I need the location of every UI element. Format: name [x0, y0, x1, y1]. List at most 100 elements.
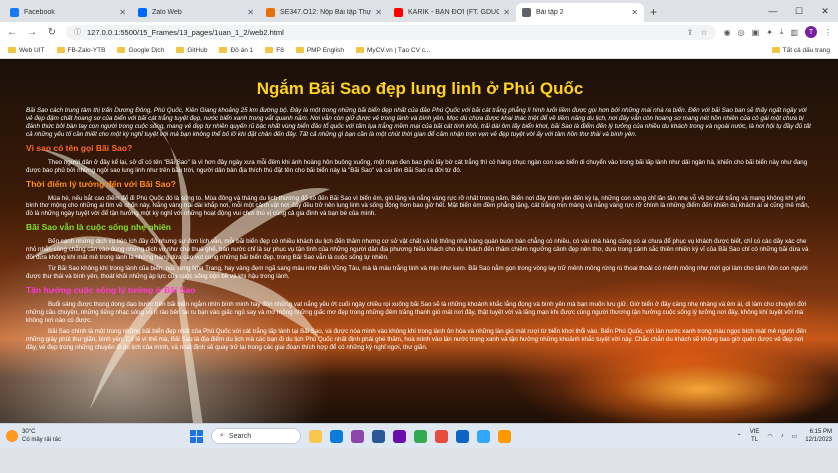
tab-close-icon[interactable]: ✕ — [503, 8, 510, 17]
bookmark-label: Đồ án 1 — [230, 46, 254, 54]
bookmark-label: PMP English — [306, 46, 344, 54]
web-page: Ngắm Bãi Sao đẹp lung linh ở Phú Quốc Bã… — [0, 59, 838, 448]
app-icon-2[interactable] — [435, 429, 448, 443]
extension-icon-1[interactable]: ◉ — [724, 28, 731, 37]
folder-icon — [355, 47, 364, 53]
bookmark-star-icon[interactable]: ☆ — [700, 28, 707, 37]
folder-icon — [265, 47, 274, 53]
chrome-icon[interactable] — [414, 429, 427, 443]
section-heading: Tận hưởng cuộc sống lý tưởng ở Bãi Sao — [26, 284, 196, 295]
bookmark-label: F8 — [276, 46, 284, 54]
taskbar-search[interactable]: ⌕ Search — [211, 428, 301, 444]
tab-3[interactable]: SE347.O12: Nộp Bài tập Thực hà✕ — [260, 3, 388, 22]
back-icon[interactable]: ← — [6, 27, 18, 38]
section-paragraph: Theo người dân ở đây kể lại, sở dĩ có tê… — [26, 159, 808, 174]
bookmark-item[interactable]: FB-Zalo-YTB — [56, 46, 106, 54]
visual-studio-icon[interactable] — [351, 429, 364, 443]
bookmarks-bar: Web UIT FB-Zalo-YTB Google Dịch GitHub Đồ án… — [0, 42, 838, 59]
tab-close-icon[interactable]: ✕ — [375, 8, 382, 17]
tab-close-icon[interactable]: ✕ — [247, 8, 254, 17]
section-paragraph: Bến cạnh những dịch vụ tiện ích đầy đủ n… — [26, 237, 809, 261]
tab-favicon-icon — [394, 8, 403, 17]
app-icon[interactable] — [393, 429, 406, 443]
tab-1[interactable]: Facebook ✕ — [4, 3, 132, 22]
language-sub: TL — [751, 437, 759, 443]
window-controls: — ☐ ✕ — [760, 0, 838, 22]
clock-time: 6:15 PM — [809, 429, 832, 435]
minimize-icon[interactable]: — — [760, 6, 786, 16]
app-icon-4[interactable] — [498, 429, 511, 443]
share-icon[interactable]: ⇪ — [687, 28, 694, 37]
tab-5[interactable]: Bài tập 2 ✕ — [516, 3, 644, 22]
tab-close-icon[interactable]: ✕ — [119, 8, 126, 17]
photoshop-icon[interactable] — [477, 429, 490, 443]
taskbar: 30°C Có mây rải rác ⌕ Search ⌃ VIE TL ◠ … — [0, 423, 838, 448]
close-window-icon[interactable]: ✕ — [812, 6, 838, 17]
section-heading: Vì sao có tên gọi Bãi Sao? — [26, 143, 133, 153]
tab-favicon-icon — [522, 8, 531, 17]
bookmark-label: GitHub — [187, 46, 208, 54]
tab-favicon-icon — [266, 8, 275, 17]
taskbar-apps: ⌕ Search — [190, 428, 511, 444]
bookmark-item[interactable]: MyCV.vn | Tạo CV c... — [355, 47, 430, 54]
bookmark-item[interactable]: Đồ án 1 — [219, 47, 253, 54]
intro-paragraph: Bãi Sao cách trung tâm thị trấn Dương Đô… — [26, 107, 811, 138]
all-bookmarks[interactable]: Tất cả dấu trang — [771, 46, 830, 54]
weather-widget[interactable]: 30°C Có mây rải rác — [0, 428, 150, 444]
tab-2[interactable]: Zalo Web ✕ — [132, 3, 260, 22]
word-icon[interactable] — [372, 429, 385, 443]
folder-icon — [56, 47, 65, 53]
folder-icon — [295, 47, 304, 53]
bookmark-item[interactable]: Web UIT — [8, 47, 45, 54]
bookmark-item[interactable]: PMP English — [295, 46, 344, 54]
new-tab-button[interactable]: + — [650, 5, 657, 19]
language-indicator[interactable]: VIE TL — [750, 428, 760, 444]
url-input[interactable]: ⓘ 127.0.0.1:5500/15_Frames/13_pages/1uan… — [66, 24, 716, 40]
tab-label: SE347.O12: Nộp Bài tập Thực hà — [280, 9, 372, 16]
extension-icon-2[interactable]: ◎ — [738, 28, 745, 37]
site-info-icon[interactable]: ⓘ — [74, 27, 81, 37]
menu-icon[interactable]: ⋮ — [824, 28, 832, 37]
folder-icon — [176, 47, 185, 53]
bookmark-label: Google Dịch — [128, 46, 165, 54]
clock-date: 12/1/2023 — [805, 437, 832, 443]
edge-icon[interactable] — [330, 429, 343, 443]
folder-icon — [219, 47, 228, 53]
weather-temp: 30°C — [22, 429, 36, 435]
bookmark-item[interactable]: GitHub — [176, 47, 207, 54]
tab-close-icon[interactable]: ✕ — [631, 8, 638, 17]
download-icon[interactable]: ⤓ — [780, 27, 784, 37]
tab-label: KARIK - BẠN ĐỜI (FT. GDUC — [408, 9, 500, 16]
tab-favicon-icon — [138, 8, 147, 17]
file-explorer-icon[interactable] — [309, 429, 322, 443]
tab-strip: Facebook ✕ Zalo Web ✕ SE347.O12: Nộp Bài tập… — [0, 0, 838, 22]
tray-chevron-icon[interactable]: ⌃ — [737, 433, 742, 440]
avatar[interactable]: T — [805, 26, 817, 38]
article-sections: Vì sao có tên gọi Bãi Sao? Theo người dân… — [26, 143, 814, 352]
wifi-icon[interactable]: ◠ — [767, 433, 772, 440]
all-bookmarks-label: Tất cả dấu trang — [782, 46, 830, 54]
maximize-icon[interactable]: ☐ — [786, 6, 812, 17]
url-text: 127.0.0.1:5500/15_Frames/13_pages/1uan_1… — [87, 27, 284, 37]
puzzle-icon[interactable]: ✦ — [766, 28, 773, 37]
start-icon[interactable] — [190, 429, 203, 443]
section-paragraph: Bãi Sao chính là một trong những bãi biể… — [26, 328, 807, 351]
section-paragraph: Mùa hè, nếu bắt cao điểm để đi Phú Quốc … — [26, 194, 810, 218]
forward-icon[interactable]: → — [26, 27, 38, 38]
volume-icon[interactable]: ♪ — [781, 433, 784, 439]
section-paragraph: Từ Bãi Sao không khí trong lành của biển… — [26, 265, 808, 281]
section-heading: Thời điểm lý tưởng đến với Bãi Sao? — [26, 178, 176, 189]
bookmark-item[interactable]: Google Dịch — [117, 47, 164, 54]
section-heading: Bãi Sao vẫn là cuộc sống nhẹ nhiên — [26, 221, 172, 232]
bookmark-label: FB-Zalo-YTB — [67, 46, 106, 54]
sidepanel-icon[interactable]: ▥ — [790, 28, 798, 37]
battery-icon[interactable]: ▭ — [792, 433, 798, 440]
extension-icon-3[interactable]: ▣ — [752, 28, 760, 37]
bookmark-item[interactable]: F8 — [265, 47, 284, 54]
app-icon-3[interactable] — [456, 429, 469, 443]
section-paragraph: Buổi sáng được thong dong dạo bước trên … — [26, 300, 807, 324]
tab-4[interactable]: KARIK - BẠN ĐỜI (FT. GDUC ✕ — [388, 3, 516, 22]
clock[interactable]: 6:15 PM 12/1/2023 — [805, 428, 832, 444]
tab-label: Bài tập 2 — [536, 9, 564, 16]
reload-icon[interactable]: ↻ — [46, 27, 58, 38]
